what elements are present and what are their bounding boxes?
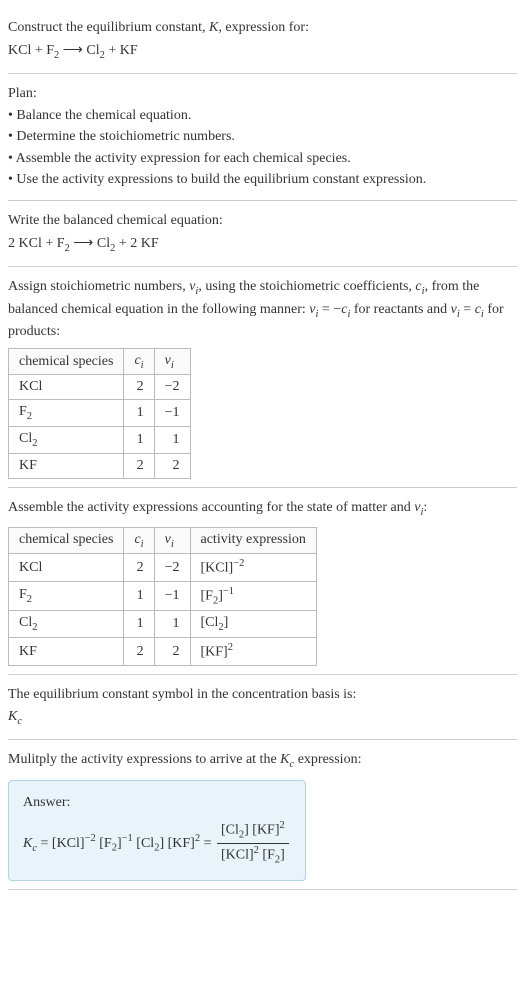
table-row: KCl 2 −2	[9, 375, 191, 400]
table-header-row: chemical species ci νi activity expressi…	[9, 527, 317, 554]
cell-species: KCl	[9, 375, 124, 400]
cell-c: 1	[124, 582, 154, 611]
col-c: ci	[124, 527, 154, 554]
answer-box: Answer: Kc = [KCl]−2 [F2]−1 [Cl2] [KF]2 …	[8, 780, 306, 881]
balanced-heading: Write the balanced chemical equation:	[8, 211, 517, 231]
cell-species: KF	[9, 638, 124, 666]
fraction: [Cl2] [KF]2 [KCl]2 [F2]	[217, 819, 289, 868]
cell-c: 1	[124, 611, 154, 638]
fraction-numerator: [Cl2] [KF]2	[217, 819, 289, 844]
cell-expr: [Cl2]	[190, 611, 316, 638]
cell-expr: [KCl]−2	[190, 554, 316, 582]
plan-item: • Balance the chemical equation.	[8, 106, 517, 126]
cell-c: 1	[124, 400, 154, 427]
col-v: νi	[154, 348, 190, 375]
cell-v: −1	[154, 582, 190, 611]
plan-section: Plan: • Balance the chemical equation. •…	[8, 74, 517, 201]
intro-section: Construct the equilibrium constant, K, e…	[8, 8, 517, 74]
cell-v: −2	[154, 554, 190, 582]
table-header-row: chemical species ci νi	[9, 348, 191, 375]
cell-species: KCl	[9, 554, 124, 582]
fraction-denominator: [KCl]2 [F2]	[217, 844, 289, 868]
activity-section: Assemble the activity expressions accoun…	[8, 488, 517, 675]
answer-label: Answer:	[23, 793, 291, 813]
cell-v: 2	[154, 454, 190, 479]
cell-v: 1	[154, 611, 190, 638]
cell-c: 2	[124, 375, 154, 400]
intro-title: Construct the equilibrium constant, K, e…	[8, 18, 517, 38]
balanced-equation: 2 KCl + F2 ⟶ Cl2 + 2 KF	[8, 233, 517, 256]
col-c: ci	[124, 348, 154, 375]
table-row: F2 1 −1 [F2]−1	[9, 582, 317, 611]
cell-v: 1	[154, 427, 190, 454]
activity-heading: Assemble the activity expressions accoun…	[8, 498, 517, 520]
table-row: Cl2 1 1 [Cl2]	[9, 611, 317, 638]
multiply-heading: Mulitply the activity expressions to arr…	[8, 750, 517, 772]
table-row: F2 1 −1	[9, 400, 191, 427]
symbol-heading: The equilibrium constant symbol in the c…	[8, 685, 517, 705]
activity-table: chemical species ci νi activity expressi…	[8, 527, 317, 666]
table-row: Cl2 1 1	[9, 427, 191, 454]
col-expr: activity expression	[190, 527, 316, 554]
cell-c: 2	[124, 638, 154, 666]
answer-expression: Kc = [KCl]−2 [F2]−1 [Cl2] [KF]2 = [Cl2] …	[23, 815, 291, 868]
table-row: KCl 2 −2 [KCl]−2	[9, 554, 317, 582]
col-species: chemical species	[9, 527, 124, 554]
cell-v: −2	[154, 375, 190, 400]
symbol-section: The equilibrium constant symbol in the c…	[8, 675, 517, 740]
cell-v: −1	[154, 400, 190, 427]
stoich-heading: Assign stoichiometric numbers, νi, using…	[8, 277, 517, 342]
plan-item: • Determine the stoichiometric numbers.	[8, 127, 517, 147]
cell-species: KF	[9, 454, 124, 479]
cell-expr: [KF]2	[190, 638, 316, 666]
intro-equation: KCl + F2 ⟶ Cl2 + KF	[8, 40, 517, 63]
multiply-section: Mulitply the activity expressions to arr…	[8, 740, 517, 890]
cell-v: 2	[154, 638, 190, 666]
table-row: KF 2 2	[9, 454, 191, 479]
stoich-section: Assign stoichiometric numbers, νi, using…	[8, 267, 517, 488]
table-row: KF 2 2 [KF]2	[9, 638, 317, 666]
plan-heading: Plan:	[8, 84, 517, 104]
cell-species: Cl2	[9, 611, 124, 638]
cell-species: Cl2	[9, 427, 124, 454]
cell-species: F2	[9, 400, 124, 427]
balanced-section: Write the balanced chemical equation: 2 …	[8, 201, 517, 267]
symbol-value: Kc	[8, 707, 517, 729]
stoich-table: chemical species ci νi KCl 2 −2 F2 1 −1 …	[8, 348, 191, 479]
cell-species: F2	[9, 582, 124, 611]
cell-c: 2	[124, 554, 154, 582]
col-v: νi	[154, 527, 190, 554]
cell-c: 2	[124, 454, 154, 479]
cell-c: 1	[124, 427, 154, 454]
col-species: chemical species	[9, 348, 124, 375]
plan-item: • Use the activity expressions to build …	[8, 170, 517, 190]
plan-item: • Assemble the activity expression for e…	[8, 149, 517, 169]
cell-expr: [F2]−1	[190, 582, 316, 611]
